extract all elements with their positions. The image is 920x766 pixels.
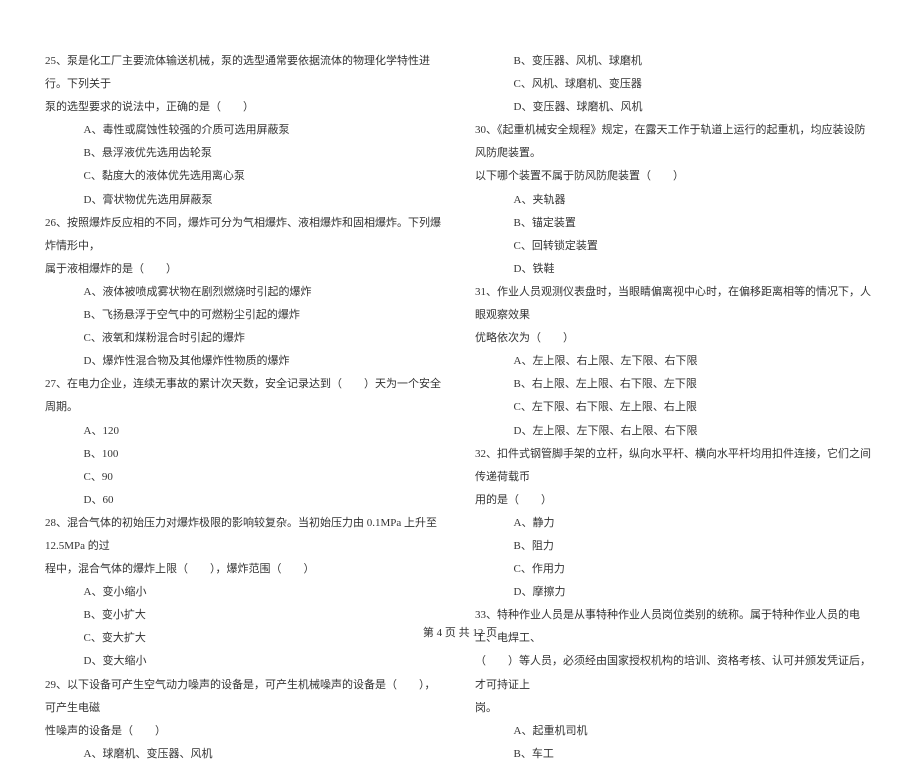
q30-opt-a: A、夹轨器 (475, 189, 875, 212)
q26-opt-a: A、液体被喷成雾状物在剧烈燃烧时引起的爆炸 (45, 281, 445, 304)
q31-opt-a: A、左上限、右上限、左下限、右下限 (475, 350, 875, 373)
q29-stem-1: 29、以下设备可产生空气动力噪声的设备是，可产生机械噪声的设备是（ ），可产生电… (45, 674, 445, 720)
q30-opt-c: C、回转锁定装置 (475, 235, 875, 258)
exam-page: 25、泵是化工厂主要流体输送机械，泵的选型通常要依据流体的物理化学特性进行。下列… (0, 0, 920, 620)
q27-opt-d: D、60 (45, 489, 445, 512)
q31-stem-1: 31、作业人员观测仪表盘时，当眼睛偏离视中心时，在偏移距离相等的情况下，人眼观察… (475, 281, 875, 327)
q26-opt-d: D、爆炸性混合物及其他爆炸性物质的爆炸 (45, 350, 445, 373)
q30-opt-d: D、铁鞋 (475, 258, 875, 281)
q31-opt-c: C、左下限、右下限、左上限、右上限 (475, 396, 875, 419)
q27-opt-c: C、90 (45, 466, 445, 489)
q32-opt-d: D、摩擦力 (475, 581, 875, 604)
q25-opt-c: C、黏度大的液体优先选用离心泵 (45, 165, 445, 188)
q25-opt-d: D、膏状物优先选用屏蔽泵 (45, 189, 445, 212)
q29-opt-d: D、变压器、球磨机、风机 (475, 96, 875, 119)
page-footer: 第 4 页 共 12 页 (0, 624, 920, 640)
q32-opt-a: A、静力 (475, 512, 875, 535)
q28-opt-d: D、变大缩小 (45, 650, 445, 673)
q30-stem-2: 以下哪个装置不属于防风防爬装置（ ） (475, 165, 875, 188)
q28-stem-2: 程中，混合气体的爆炸上限（ ），爆炸范围（ ） (45, 558, 445, 581)
q27-opt-b: B、100 (45, 443, 445, 466)
q25-opt-a: A、毒性或腐蚀性较强的介质可选用屏蔽泵 (45, 119, 445, 142)
q27-stem-1: 27、在电力企业，连续无事故的累计次天数，安全记录达到（ ）天为一个安全周期。 (45, 373, 445, 419)
q31-stem-2: 优略依次为（ ） (475, 327, 875, 350)
q29-stem-2: 性噪声的设备是（ ） (45, 720, 445, 743)
q26-stem-1: 26、按照爆炸反应相的不同，爆炸可分为气相爆炸、液相爆炸和固相爆炸。下列爆炸情形… (45, 212, 445, 258)
q32-opt-c: C、作用力 (475, 558, 875, 581)
q29-opt-b: B、变压器、风机、球磨机 (475, 50, 875, 73)
q30-stem-1: 30、《起重机械安全规程》规定，在露天工作于轨道上运行的起重机，均应装设防风防爬… (475, 119, 875, 165)
q28-opt-a: A、变小缩小 (45, 581, 445, 604)
q33-stem-2: （ ）等人员，必须经由国家授权机构的培训、资格考核、认可并颁发凭证后，才可持证上 (475, 650, 875, 696)
q33-opt-b: B、车工 (475, 743, 875, 766)
right-column: B、变压器、风机、球磨机 C、风机、球磨机、变压器 D、变压器、球磨机、风机 3… (460, 50, 890, 590)
q25-stem-1: 25、泵是化工厂主要流体输送机械，泵的选型通常要依据流体的物理化学特性进行。下列… (45, 50, 445, 96)
q27-opt-a: A、120 (45, 420, 445, 443)
q32-opt-b: B、阻力 (475, 535, 875, 558)
q29-opt-c: C、风机、球磨机、变压器 (475, 73, 875, 96)
q32-stem-1: 32、扣件式钢管脚手架的立杆，纵向水平杆、横向水平杆均用扣件连接，它们之间传递荷… (475, 443, 875, 489)
q25-stem-2: 泵的选型要求的说法中，正确的是（ ） (45, 96, 445, 119)
q29-opt-a: A、球磨机、变压器、风机 (45, 743, 445, 766)
q26-opt-b: B、飞扬悬浮于空气中的可燃粉尘引起的爆炸 (45, 304, 445, 327)
q31-opt-d: D、左上限、左下限、右上限、右下限 (475, 420, 875, 443)
q26-opt-c: C、液氧和煤粉混合时引起的爆炸 (45, 327, 445, 350)
q26-stem-2: 属于液相爆炸的是（ ） (45, 258, 445, 281)
q33-opt-a: A、起重机司机 (475, 720, 875, 743)
q30-opt-b: B、锚定装置 (475, 212, 875, 235)
left-column: 25、泵是化工厂主要流体输送机械，泵的选型通常要依据流体的物理化学特性进行。下列… (30, 50, 460, 590)
q25-opt-b: B、悬浮液优先选用齿轮泵 (45, 142, 445, 165)
q32-stem-2: 用的是（ ） (475, 489, 875, 512)
q33-stem-3: 岗。 (475, 697, 875, 720)
q31-opt-b: B、右上限、左上限、右下限、左下限 (475, 373, 875, 396)
q28-stem-1: 28、混合气体的初始压力对爆炸极限的影响较复杂。当初始压力由 0.1MPa 上升… (45, 512, 445, 558)
